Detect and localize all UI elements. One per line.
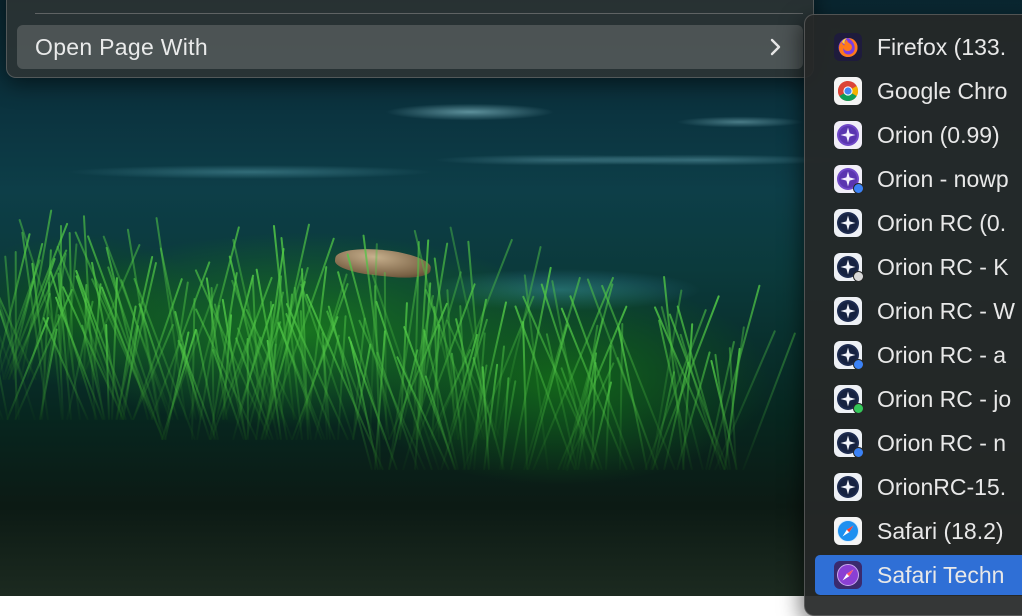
- google-chrome-icon: [834, 77, 862, 105]
- context-menu: Open Page With: [6, 0, 814, 78]
- open-with-item-label: Orion RC - W: [877, 297, 1015, 324]
- open-with-item-label: Orion RC - jo: [877, 385, 1012, 412]
- open-with-item-9[interactable]: Orion RC - n: [815, 423, 1022, 463]
- profile-badge-icon: [853, 447, 864, 458]
- open-with-item-12[interactable]: Safari Techn: [815, 555, 1022, 595]
- profile-badge-icon: [853, 183, 864, 194]
- grass-blade: [60, 225, 62, 380]
- profile-badge-icon: [853, 403, 864, 414]
- orion-icon: [834, 165, 864, 194]
- orion-rc-icon: [834, 209, 862, 237]
- firefox-icon: [834, 33, 862, 61]
- open-with-item-label: OrionRC-15.: [877, 473, 1007, 500]
- open-with-item-0[interactable]: Firefox (133.: [815, 27, 1022, 67]
- orion-rc-icon: [834, 473, 862, 501]
- open-with-item-4[interactable]: Orion RC (0.: [815, 203, 1022, 243]
- open-with-item-label: Safari (18.2): [877, 517, 1004, 544]
- open-with-item-2[interactable]: Orion (0.99): [815, 115, 1022, 155]
- orion-icon: [834, 121, 862, 149]
- profile-badge-icon: [853, 359, 864, 370]
- safari-icon: [834, 517, 862, 545]
- orion-rc-icon: [834, 253, 864, 282]
- open-with-item-label: Orion RC - a: [877, 341, 1007, 368]
- orion-rc-icon: [834, 429, 864, 458]
- open-with-item-8[interactable]: Orion RC - jo: [815, 379, 1022, 419]
- orion-rc-icon: [834, 297, 862, 325]
- open-with-item-10[interactable]: OrionRC-15.: [815, 467, 1022, 507]
- open-with-submenu: Firefox (133. Google Chro Orion (0.99) Orio…: [804, 14, 1022, 616]
- orion-rc-icon: [834, 385, 864, 414]
- profile-badge-icon: [853, 271, 864, 282]
- open-with-item-label: Safari Techn: [877, 561, 1005, 588]
- grass-blade: [742, 332, 797, 471]
- open-with-item-label: Orion RC (0.: [877, 209, 1007, 236]
- open-with-item-1[interactable]: Google Chro: [815, 71, 1022, 111]
- open-with-item-label: Orion (0.99): [877, 121, 1000, 148]
- safari-technology-preview-icon: [834, 561, 862, 589]
- open-with-item-7[interactable]: Orion RC - a: [815, 335, 1022, 375]
- open-with-item-5[interactable]: Orion RC - K: [815, 247, 1022, 287]
- open-page-with-label: Open Page With: [35, 33, 208, 60]
- open-page-with-menu-item[interactable]: Open Page With: [17, 25, 803, 69]
- grass-blade: [619, 323, 624, 471]
- open-with-item-6[interactable]: Orion RC - W: [815, 291, 1022, 331]
- open-with-item-label: Google Chro: [877, 77, 1008, 104]
- menu-separator: [35, 13, 803, 14]
- open-with-item-11[interactable]: Safari (18.2): [815, 511, 1022, 551]
- chevron-right-icon: [770, 38, 781, 56]
- open-with-item-label: Orion RC - n: [877, 429, 1007, 456]
- open-with-item-label: Orion RC - K: [877, 253, 1009, 280]
- open-with-item-3[interactable]: Orion - nowp: [815, 159, 1022, 199]
- grass-blade: [714, 330, 777, 471]
- orion-rc-icon: [834, 341, 864, 370]
- open-with-item-label: Firefox (133.: [877, 33, 1007, 60]
- open-with-item-label: Orion - nowp: [877, 165, 1009, 192]
